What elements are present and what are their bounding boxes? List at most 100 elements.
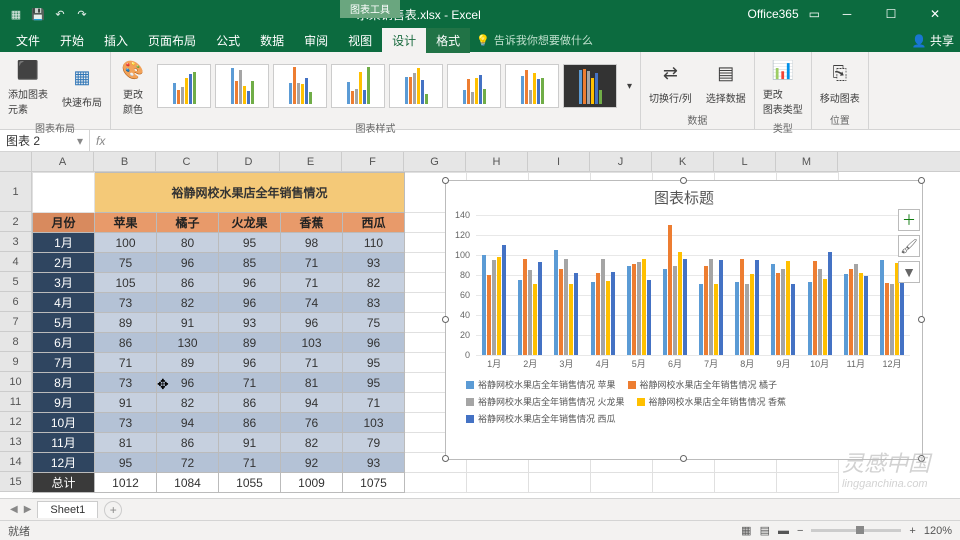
cell[interactable]: 98 <box>281 233 343 253</box>
column-header[interactable]: I <box>528 152 590 171</box>
cell[interactable]: 103 <box>343 413 405 433</box>
chart-style-preview[interactable] <box>273 64 327 108</box>
cell[interactable]: 80 <box>157 233 219 253</box>
zoom-level[interactable]: 120% <box>924 525 952 537</box>
sheet-tab[interactable]: Sheet1 <box>37 501 98 518</box>
tell-me[interactable]: 💡告诉我你想要做什么 <box>476 32 593 48</box>
cell[interactable]: 83 <box>343 293 405 313</box>
column-header[interactable]: B <box>94 152 156 171</box>
cell[interactable]: 10月 <box>33 413 95 433</box>
cell[interactable]: 1012 <box>95 473 157 493</box>
cell[interactable]: 130 <box>157 333 219 353</box>
cell[interactable]: 96 <box>281 313 343 333</box>
column-header[interactable]: C <box>156 152 218 171</box>
cell[interactable]: 1月 <box>33 233 95 253</box>
row-header[interactable]: 7 <box>0 312 32 332</box>
cell[interactable]: 6月 <box>33 333 95 353</box>
cell[interactable]: 9月 <box>33 393 95 413</box>
row-header[interactable]: 3 <box>0 232 32 252</box>
cell[interactable]: 81 <box>95 433 157 453</box>
cell[interactable]: 95 <box>343 373 405 393</box>
cell[interactable]: 91 <box>219 433 281 453</box>
tab-view[interactable]: 视图 <box>338 28 382 53</box>
view-pagelayout-icon[interactable]: ▤ <box>760 524 770 537</box>
cell[interactable]: 86 <box>219 393 281 413</box>
row-header[interactable]: 13 <box>0 432 32 452</box>
chart-title[interactable]: 图表标题 <box>446 181 922 210</box>
cell[interactable]: 82 <box>343 273 405 293</box>
tab-file[interactable]: 文件 <box>6 28 50 53</box>
column-header[interactable]: M <box>776 152 838 171</box>
column-header[interactable]: H <box>466 152 528 171</box>
cell[interactable]: 91 <box>95 393 157 413</box>
name-box[interactable]: 图表 2▾ <box>0 130 90 151</box>
cell[interactable]: 95 <box>95 453 157 473</box>
cell[interactable]: 1009 <box>281 473 343 493</box>
row-header[interactable]: 6 <box>0 292 32 312</box>
cell[interactable]: 7月 <box>33 353 95 373</box>
cell[interactable]: 1055 <box>219 473 281 493</box>
row-header[interactable]: 11 <box>0 392 32 412</box>
cell[interactable]: 71 <box>95 353 157 373</box>
selection-handle[interactable] <box>442 177 449 184</box>
cell[interactable]: 2月 <box>33 253 95 273</box>
row-header[interactable]: 5 <box>0 272 32 292</box>
undo-icon[interactable]: ↶ <box>52 6 68 22</box>
zoom-out-button[interactable]: − <box>797 525 803 537</box>
column-header[interactable]: D <box>218 152 280 171</box>
column-header[interactable]: J <box>590 152 652 171</box>
fx-icon[interactable]: fx <box>96 134 105 148</box>
cell[interactable]: 94 <box>157 413 219 433</box>
cell[interactable]: 79 <box>343 433 405 453</box>
cell[interactable]: 89 <box>157 353 219 373</box>
chart-styles-gallery[interactable] <box>157 64 617 108</box>
selection-handle[interactable] <box>918 177 925 184</box>
cell[interactable]: 香蕉 <box>281 213 343 233</box>
tab-home[interactable]: 开始 <box>50 28 94 53</box>
cell[interactable]: 93 <box>343 253 405 273</box>
select-all-corner[interactable] <box>0 152 32 171</box>
zoom-slider[interactable] <box>811 529 901 532</box>
new-sheet-button[interactable]: + <box>104 501 122 519</box>
cell[interactable]: 85 <box>219 253 281 273</box>
minimize-button[interactable]: ─ <box>830 7 864 21</box>
cell[interactable]: 86 <box>157 433 219 453</box>
cell[interactable]: 95 <box>219 233 281 253</box>
add-chart-element-button[interactable]: ⬛添加图表 元素 <box>4 54 52 118</box>
cell[interactable]: 75 <box>95 253 157 273</box>
chart-style-preview[interactable] <box>563 64 617 108</box>
cell[interactable] <box>653 473 715 493</box>
row-header[interactable]: 15 <box>0 472 32 492</box>
view-pagebreak-icon[interactable]: ▬ <box>778 525 789 537</box>
tab-layout[interactable]: 页面布局 <box>138 28 206 53</box>
cell[interactable]: 月份 <box>33 213 95 233</box>
cell[interactable]: 74 <box>281 293 343 313</box>
tab-data[interactable]: 数据 <box>250 28 294 53</box>
row-header[interactable]: 12 <box>0 412 32 432</box>
column-header[interactable]: K <box>652 152 714 171</box>
change-colors-button[interactable]: 🎨更改 颜色 <box>115 54 151 118</box>
switch-rowcol-button[interactable]: ⇄切换行/列 <box>645 58 696 107</box>
cell[interactable] <box>33 173 95 213</box>
redo-icon[interactable]: ↷ <box>74 6 90 22</box>
sheet-nav-prev[interactable]: ◀ <box>10 504 18 515</box>
select-data-button[interactable]: ▤选择数据 <box>702 58 750 107</box>
save-icon[interactable]: 💾 <box>30 6 46 22</box>
cell[interactable]: 89 <box>219 333 281 353</box>
cell[interactable]: 73 <box>95 293 157 313</box>
chart-style-preview[interactable] <box>447 64 501 108</box>
cell[interactable] <box>715 473 777 493</box>
selection-handle[interactable] <box>918 316 925 323</box>
cell[interactable]: 86 <box>157 273 219 293</box>
cell[interactable]: 苹果 <box>95 213 157 233</box>
sheet-nav-next[interactable]: ▶ <box>24 504 32 515</box>
selection-handle[interactable] <box>442 455 449 462</box>
cell[interactable]: 93 <box>343 453 405 473</box>
cell[interactable]: 71 <box>343 393 405 413</box>
cell[interactable]: 12月 <box>33 453 95 473</box>
tab-review[interactable]: 审阅 <box>294 28 338 53</box>
chart-styles-button[interactable]: 🖌 <box>898 235 920 257</box>
cell[interactable]: 橘子 <box>157 213 219 233</box>
selection-handle[interactable] <box>680 177 687 184</box>
share-button[interactable]: 👤 共享 <box>912 32 954 49</box>
